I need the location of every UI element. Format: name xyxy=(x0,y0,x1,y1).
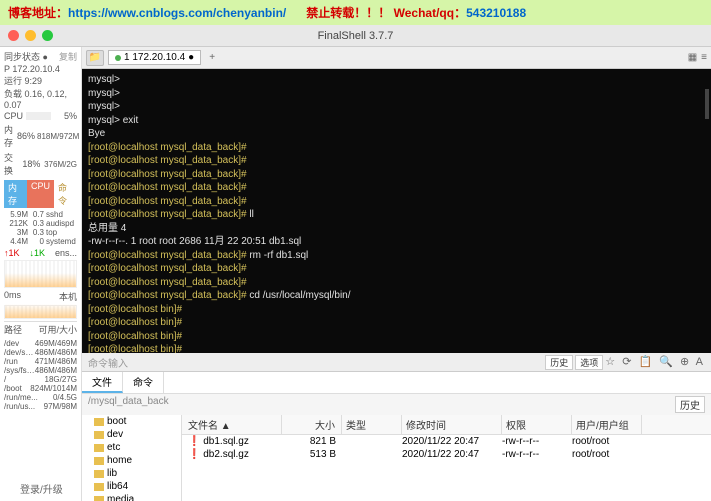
copy-button[interactable]: 复制 xyxy=(59,50,77,63)
minimize-icon[interactable] xyxy=(25,30,36,41)
cpu-gauge: CPU5% xyxy=(4,110,77,122)
file-manager-panel: 文件 命令 /mysql_data_back 历史 bootdevetchome… xyxy=(82,371,711,501)
swap-gauge: 交换18%376M/2G xyxy=(4,150,77,178)
toolbar-icons[interactable]: ☆ ⟳ 📋 🔍 ⊕ A xyxy=(605,355,705,370)
status-dot-icon xyxy=(115,55,121,61)
tab-commands[interactable]: 命令 xyxy=(123,372,164,393)
folder-icon xyxy=(94,444,104,452)
disk-list: /dev469M/469M/dev/shm486M/486M/run471M/4… xyxy=(4,339,77,411)
col-owner[interactable]: 用户/用户组 xyxy=(572,415,642,434)
col-name[interactable]: 文件名 ▲ xyxy=(182,415,282,434)
window-titlebar: FinalShell 3.7.7 xyxy=(0,25,711,47)
tree-node[interactable]: dev xyxy=(82,428,181,441)
window-title: FinalShell 3.7.7 xyxy=(318,30,394,42)
login-upgrade-link[interactable]: 登录/升级 xyxy=(20,481,63,496)
net-chart xyxy=(4,260,77,288)
command-input-bar: 命令输入 历史 选项 ☆ ⟳ 📋 🔍 ⊕ A xyxy=(82,353,711,371)
col-size[interactable]: 大小 xyxy=(282,415,342,434)
ping-chart xyxy=(4,305,77,319)
col-type[interactable]: 类型 xyxy=(342,415,402,434)
file-row[interactable]: ❗ db1.sql.gz821 B2020/11/22 20:47-rw-r--… xyxy=(182,435,711,448)
sync-status: 同步状态 ● xyxy=(4,50,48,63)
tree-node[interactable]: lib xyxy=(82,467,181,480)
folder-open-icon[interactable]: 📁 xyxy=(86,50,104,66)
proc-sort-tabs[interactable]: 内存CPU命令 xyxy=(4,180,77,208)
session-tabs: 📁 1 172.20.10.4● + ▦ ≡ xyxy=(82,47,711,69)
folder-icon xyxy=(94,418,104,426)
uptime: 运行 9:29 xyxy=(4,74,77,87)
session-tab[interactable]: 1 172.20.10.4● xyxy=(108,50,201,65)
tab-files[interactable]: 文件 xyxy=(82,372,123,393)
options-button[interactable]: 选项 xyxy=(575,355,603,370)
folder-icon xyxy=(94,496,104,501)
tree-node[interactable]: home xyxy=(82,454,181,467)
file-row[interactable]: ❗ db2.sql.gz513 B2020/11/22 20:47-rw-r--… xyxy=(182,448,711,461)
terminal[interactable]: mysql>mysql>mysql>mysql> exitBye[root@lo… xyxy=(82,69,711,353)
history-button[interactable]: 历史 xyxy=(545,355,573,370)
folder-tree[interactable]: bootdevetchomeliblib64mediamntmysql_data… xyxy=(82,415,182,501)
tree-node[interactable]: etc xyxy=(82,441,181,454)
grid-icon[interactable]: ▦ xyxy=(688,52,697,63)
tree-node[interactable]: lib64 xyxy=(82,480,181,493)
folder-icon xyxy=(94,431,104,439)
process-list: 5.9M0.7sshd212K0.3audispd3M0.3top4.4M0sy… xyxy=(4,210,77,246)
mem-gauge: 内存86%818M/972M xyxy=(4,122,77,150)
maximize-icon[interactable] xyxy=(42,30,53,41)
close-icon[interactable] xyxy=(8,30,19,41)
add-tab-button[interactable]: + xyxy=(205,52,219,63)
load-avg: 负载 0.16, 0.12, 0.07 xyxy=(4,87,77,110)
watermark-banner: 博客地址：https://www.cnblogs.com/chenyanbin/… xyxy=(0,0,711,25)
path-history-button[interactable]: 历史 xyxy=(675,396,705,413)
col-perm[interactable]: 权限 xyxy=(502,415,572,434)
host-ip: P 172.20.10.4 xyxy=(4,64,77,74)
net-stats: ↑1K↓1Kens... xyxy=(4,248,77,258)
folder-icon xyxy=(94,483,104,491)
tree-node[interactable]: boot xyxy=(82,415,181,428)
command-input[interactable]: 命令输入 xyxy=(88,355,128,370)
menu-icon[interactable]: ≡ xyxy=(701,52,707,63)
folder-icon xyxy=(94,470,104,478)
system-monitor-sidebar: 同步状态 ● 复制 P 172.20.10.4 运行 9:29 负载 0.16, … xyxy=(0,47,82,501)
file-list[interactable]: 文件名 ▲ 大小 类型 修改时间 权限 用户/用户组 ❗ db1.sql.gz8… xyxy=(182,415,711,501)
col-mtime[interactable]: 修改时间 xyxy=(402,415,502,434)
folder-icon xyxy=(94,457,104,465)
scrollbar[interactable] xyxy=(705,89,709,119)
path-display[interactable]: /mysql_data_back xyxy=(88,396,169,413)
